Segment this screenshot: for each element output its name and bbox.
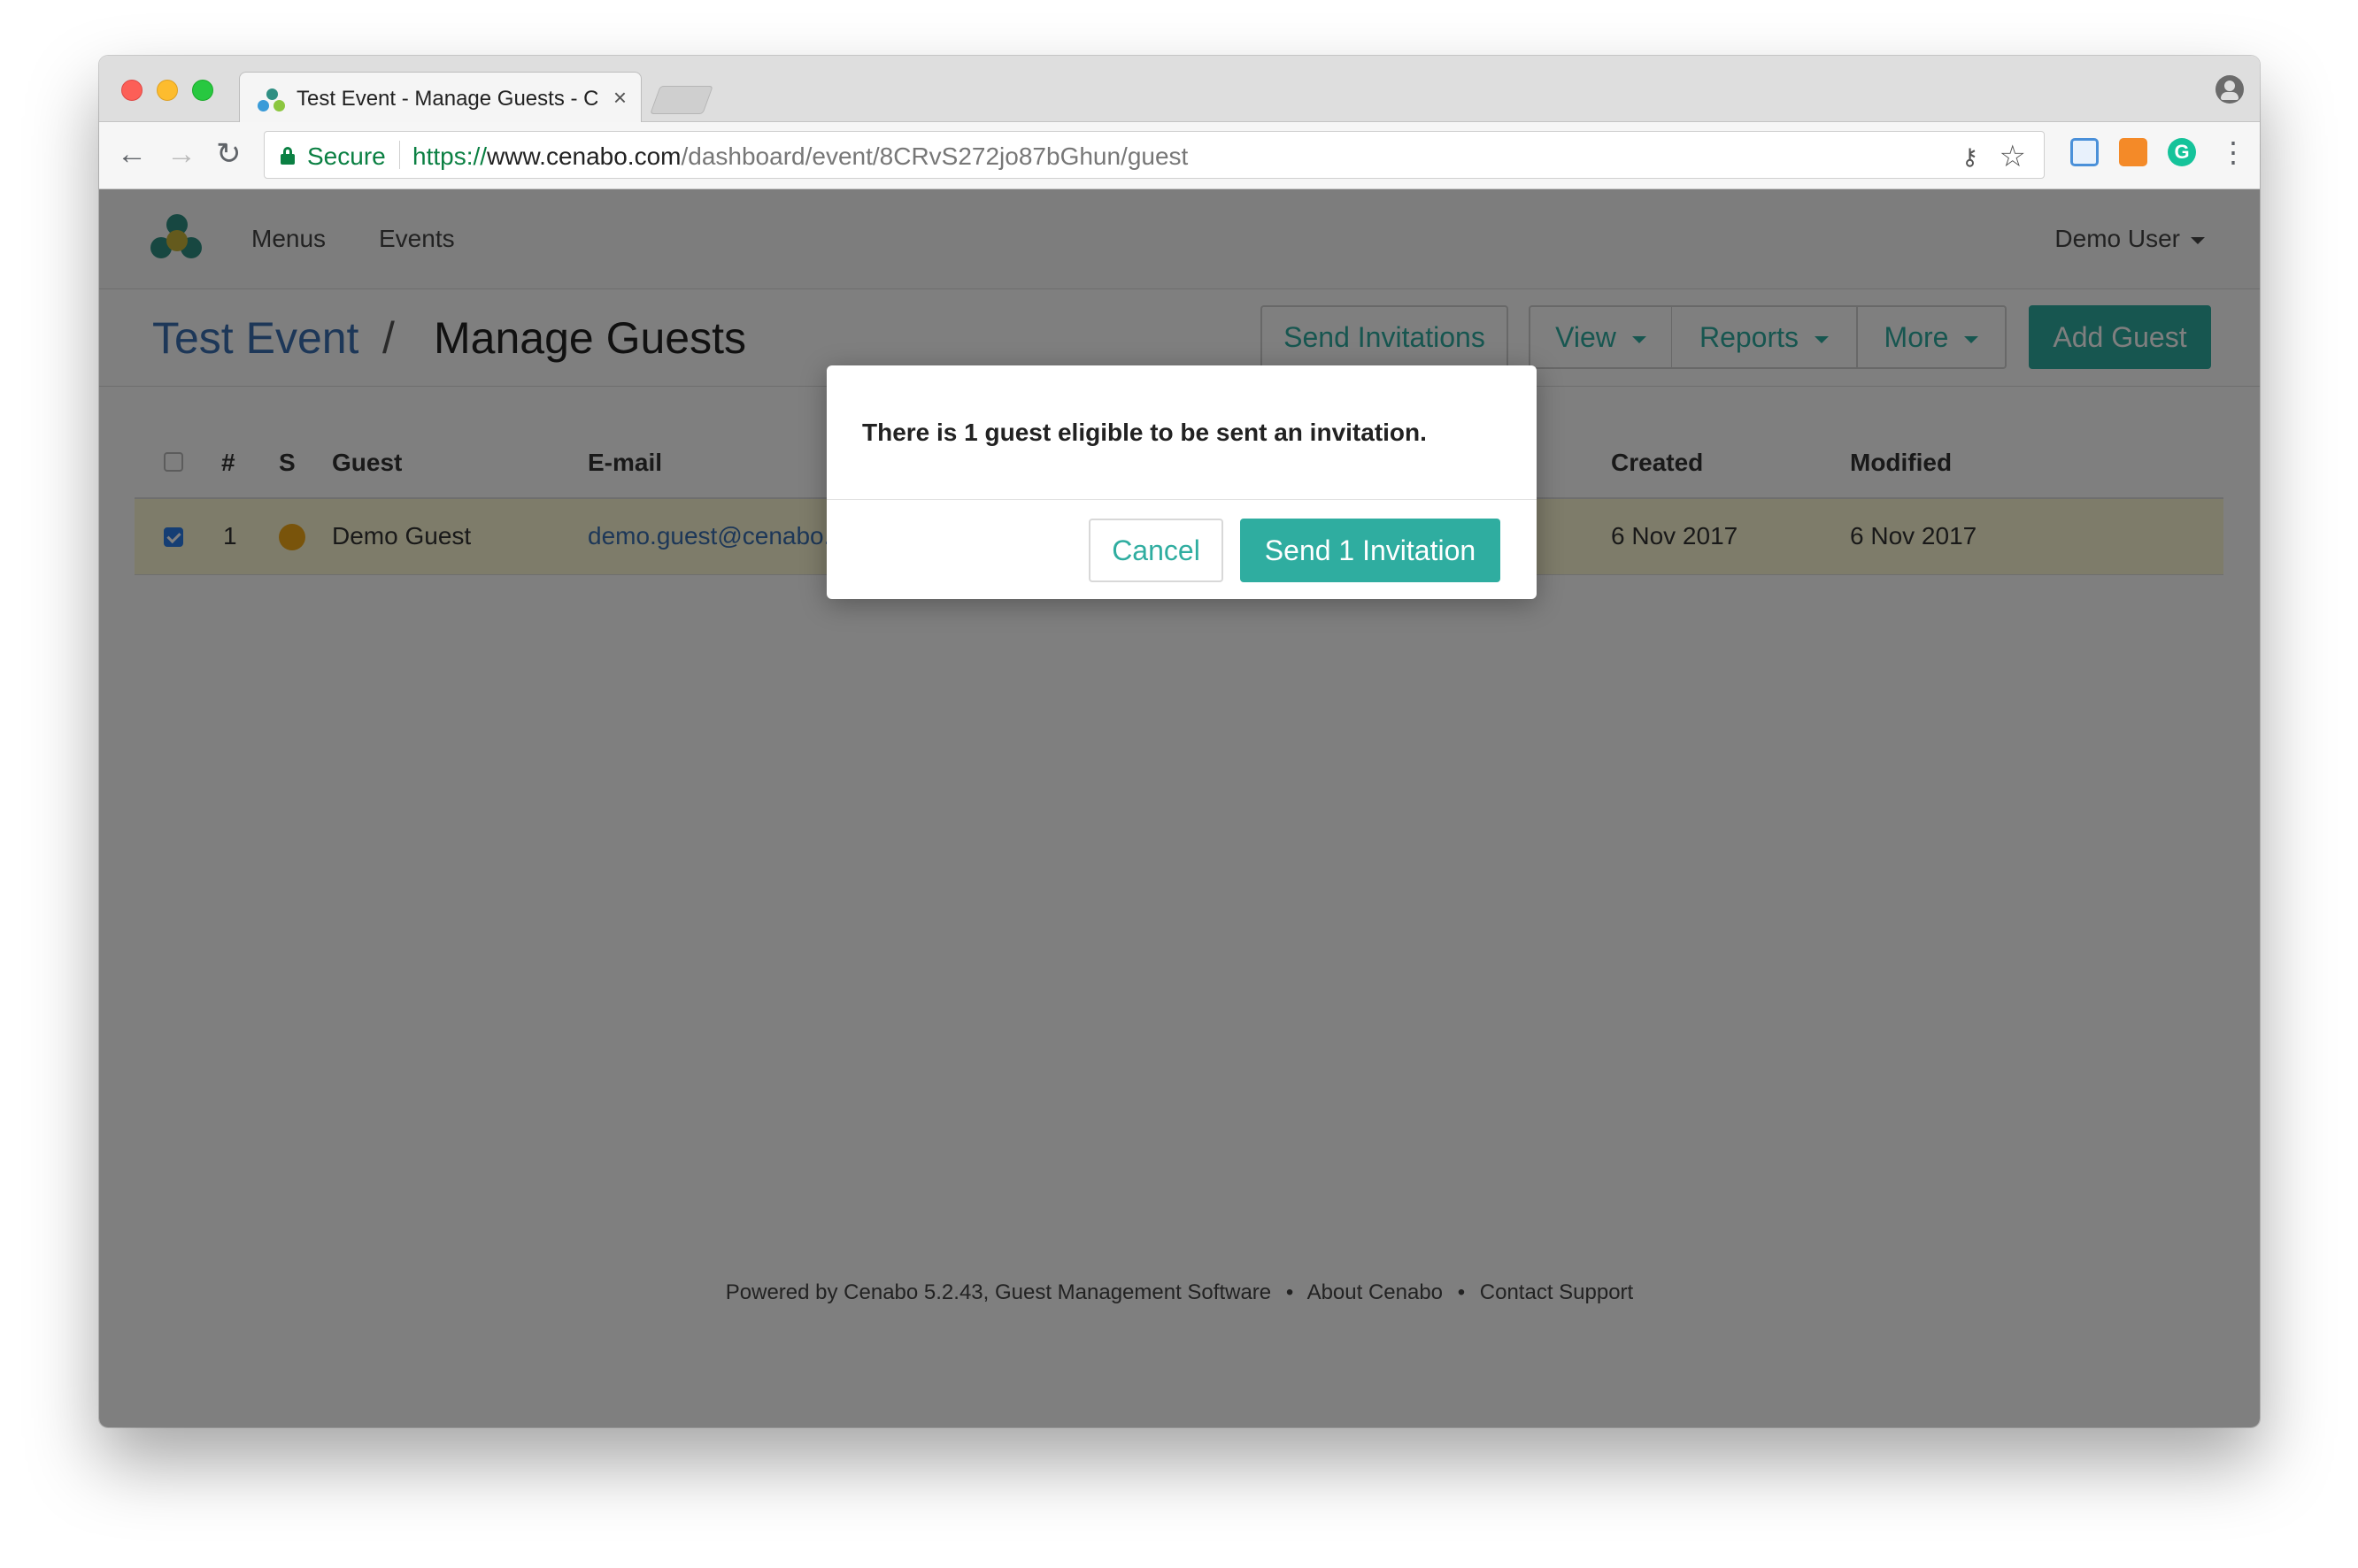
- url-text[interactable]: https://www.cenabo.com/dashboard/event/8…: [412, 142, 1188, 171]
- send-invitation-button[interactable]: Send 1 Invitation: [1240, 519, 1500, 582]
- extension-hubspot-icon[interactable]: [2119, 138, 2147, 166]
- address-bar[interactable]: Secure https://www.cenabo.com/dashboard/…: [264, 131, 2045, 179]
- new-tab-button[interactable]: [650, 86, 713, 114]
- send-invitation-dialog: There is 1 guest eligible to be sent an …: [827, 365, 1537, 599]
- extension-screen-icon[interactable]: [2070, 138, 2099, 166]
- cenabo-favicon-icon: [258, 88, 286, 113]
- footer-powered-by: Powered by Cenabo 5.2.43, Guest Manageme…: [725, 1280, 1272, 1304]
- page-footer: Powered by Cenabo 5.2.43, Guest Manageme…: [99, 1280, 2260, 1316]
- url-path: /dashboard/event/8CRvS272jo87bGhun/guest: [681, 142, 1189, 170]
- key-icon[interactable]: ⚷: [1961, 143, 1978, 171]
- url-scheme: https://: [412, 142, 488, 170]
- browser-toolbar: ← → ↻ Secure https://www.cenabo.com/dash…: [99, 122, 2260, 189]
- lock-icon: [281, 147, 295, 165]
- star-icon[interactable]: ☆: [2000, 139, 2026, 174]
- cancel-button[interactable]: Cancel: [1089, 519, 1223, 582]
- tab-title: Test Event - Manage Guests - Cenabo: [297, 87, 597, 111]
- profile-icon[interactable]: [2215, 75, 2244, 104]
- title-bar: Test Event - Manage Guests - Cenabo ×: [99, 56, 2260, 123]
- extension-grammarly-icon[interactable]: G: [2168, 138, 2196, 166]
- tab-close-icon[interactable]: ×: [613, 84, 627, 111]
- footer-bullet: •: [1285, 1280, 1294, 1304]
- back-arrow-icon[interactable]: ←: [117, 136, 147, 172]
- close-window-button[interactable]: [121, 80, 143, 101]
- menu-dots-icon[interactable]: ⋮: [2219, 136, 2247, 168]
- footer-about-link[interactable]: About Cenabo: [1307, 1280, 1443, 1304]
- reload-icon[interactable]: ↻: [216, 136, 242, 172]
- footer-support-link[interactable]: Contact Support: [1480, 1280, 1633, 1304]
- minimize-window-button[interactable]: [157, 80, 178, 101]
- secure-label: Secure: [307, 142, 386, 170]
- dialog-body: There is 1 guest eligible to be sent an …: [827, 365, 1537, 500]
- url-separator: [399, 141, 400, 169]
- forward-arrow-icon[interactable]: →: [166, 136, 196, 172]
- url-host: www.cenabo.com: [487, 142, 682, 170]
- browser-tab-active[interactable]: Test Event - Manage Guests - Cenabo ×: [239, 72, 642, 123]
- footer-bullet: •: [1457, 1280, 1466, 1304]
- maximize-window-button[interactable]: [192, 80, 213, 101]
- dialog-message: There is 1 guest eligible to be sent an …: [862, 419, 1427, 446]
- browser-window: Test Event - Manage Guests - Cenabo × ← …: [99, 56, 2260, 1427]
